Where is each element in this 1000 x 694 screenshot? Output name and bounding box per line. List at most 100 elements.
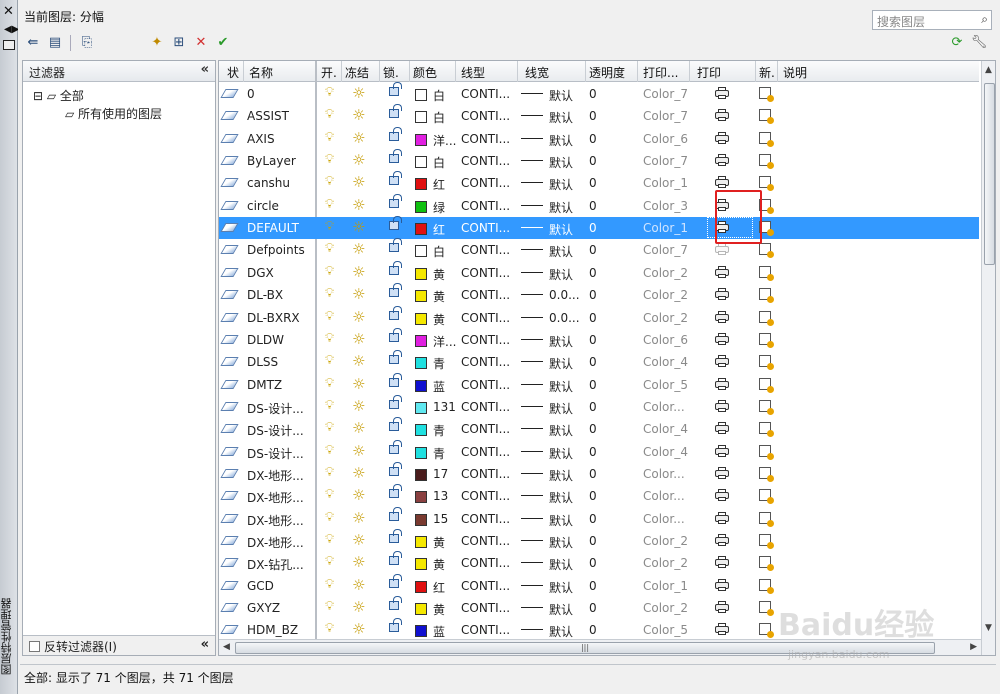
- layer-name[interactable]: DL-BX: [247, 288, 283, 302]
- layer-status-icon[interactable]: [220, 558, 239, 568]
- new-vp-freeze-icon[interactable]: [759, 399, 774, 415]
- layer-name[interactable]: HDM_BZ: [247, 623, 298, 637]
- layer-status-icon[interactable]: [220, 334, 239, 344]
- sun-thaw-icon[interactable]: ☼: [352, 129, 365, 147]
- layer-name[interactable]: DLSS: [247, 355, 278, 369]
- linetype[interactable]: CONTI...: [461, 333, 510, 347]
- linetype[interactable]: CONTI...: [461, 467, 510, 481]
- printer-icon[interactable]: [715, 422, 729, 435]
- unlock-icon[interactable]: [389, 618, 402, 633]
- new-vp-freeze-icon[interactable]: [759, 601, 774, 617]
- color-swatch[interactable]: [415, 290, 427, 303]
- sun-thaw-icon[interactable]: ☼: [352, 352, 365, 370]
- col-linetype[interactable]: 线型: [461, 64, 485, 81]
- transparency[interactable]: 0: [589, 467, 597, 481]
- sun-thaw-icon[interactable]: ☼: [352, 308, 365, 326]
- lineweight[interactable]: 默认: [549, 378, 573, 395]
- sun-thaw-icon[interactable]: ☼: [352, 553, 365, 571]
- layer-name[interactable]: DX-地形...: [247, 467, 304, 484]
- color-name[interactable]: 黄: [433, 601, 445, 618]
- new-vp-freeze-icon[interactable]: [759, 265, 774, 281]
- unlock-icon[interactable]: [389, 126, 402, 141]
- layer-status-icon[interactable]: [220, 625, 239, 635]
- col-color[interactable]: 颜色: [413, 64, 437, 81]
- lightbulb-on-icon[interactable]: 💡︎: [325, 241, 334, 256]
- printer-icon[interactable]: [715, 377, 729, 390]
- color-name[interactable]: 蓝: [433, 378, 445, 395]
- search-input[interactable]: 搜索图层 ⌕: [872, 10, 992, 30]
- layer-row[interactable]: DX-地形... 💡︎ ☼ 15 CONTI... 默认 0 Color...: [219, 506, 979, 530]
- linetype[interactable]: CONTI...: [461, 534, 510, 548]
- color-swatch[interactable]: [415, 468, 427, 481]
- transparency[interactable]: 0: [589, 221, 597, 235]
- sun-thaw-icon[interactable]: ☼: [352, 397, 365, 415]
- layer-row[interactable]: DEFAULT 💡︎ ☼ 红 CONTI... 默认 0 Color_1: [219, 216, 979, 240]
- layer-name[interactable]: DEFAULT: [247, 221, 299, 235]
- layer-name[interactable]: canshu: [247, 176, 290, 190]
- settings-wrench-icon[interactable]: 🔧︎: [970, 34, 988, 52]
- layer-status-icon[interactable]: [220, 133, 239, 143]
- color-name[interactable]: 白: [433, 154, 445, 171]
- linetype[interactable]: CONTI...: [461, 311, 510, 325]
- unlock-icon[interactable]: [389, 461, 402, 476]
- scroll-down-icon[interactable]: ▼: [985, 623, 992, 633]
- layer-status-icon[interactable]: [220, 267, 239, 277]
- sun-thaw-icon[interactable]: ☼: [352, 151, 365, 169]
- layer-status-icon[interactable]: [220, 357, 239, 367]
- unlock-icon[interactable]: [389, 82, 402, 96]
- unlock-icon[interactable]: [389, 193, 402, 208]
- close-icon[interactable]: ✕: [3, 4, 14, 19]
- color-swatch[interactable]: [415, 401, 427, 414]
- scroll-left-icon[interactable]: ◀: [223, 642, 230, 652]
- printer-icon[interactable]: [715, 310, 729, 323]
- transparency[interactable]: 0: [589, 422, 597, 436]
- printer-icon[interactable]: [715, 109, 729, 122]
- color-name[interactable]: 洋...: [433, 333, 456, 350]
- linetype[interactable]: CONTI...: [461, 221, 510, 235]
- layer-name[interactable]: circle: [247, 199, 279, 213]
- lightbulb-on-icon[interactable]: 💡︎: [325, 174, 334, 189]
- printer-icon[interactable]: [715, 131, 729, 144]
- transparency[interactable]: 0: [589, 355, 597, 369]
- unlock-icon[interactable]: [389, 506, 402, 521]
- lightbulb-on-icon[interactable]: 💡︎: [325, 85, 334, 100]
- new-vp-freeze-icon[interactable]: [759, 154, 774, 170]
- linetype[interactable]: CONTI...: [461, 378, 510, 392]
- new-layer-icon[interactable]: ✦: [148, 34, 166, 52]
- color-swatch[interactable]: [415, 156, 427, 169]
- lightbulb-on-icon[interactable]: 💡︎: [325, 577, 334, 592]
- transparency[interactable]: 0: [589, 154, 597, 168]
- lineweight[interactable]: 默认: [549, 579, 573, 596]
- layer-status-icon[interactable]: [220, 178, 239, 188]
- color-name[interactable]: 13: [433, 489, 448, 503]
- new-vp-freeze-icon[interactable]: [759, 534, 774, 549]
- unlock-icon[interactable]: [389, 260, 402, 275]
- color-swatch[interactable]: [415, 312, 427, 325]
- transparency[interactable]: 0: [589, 311, 597, 325]
- lightbulb-on-icon[interactable]: 💡︎: [325, 443, 334, 458]
- color-name[interactable]: 青: [433, 445, 445, 462]
- layer-name[interactable]: DGX: [247, 266, 274, 280]
- linetype[interactable]: CONTI...: [461, 623, 510, 637]
- layer-status-icon[interactable]: [220, 290, 239, 300]
- layer-status-icon[interactable]: [220, 536, 239, 545]
- unlock-icon[interactable]: [389, 573, 402, 588]
- color-swatch[interactable]: [415, 580, 427, 593]
- layer-row[interactable]: DLSS 💡︎ ☼ 青 CONTI... 默认 0 Color_4: [219, 350, 979, 373]
- sun-thaw-icon[interactable]: ☼: [352, 173, 365, 191]
- layer-name[interactable]: ASSIST: [247, 109, 289, 123]
- layer-row[interactable]: AXIS 💡︎ ☼ 洋... CONTI... 默认 0 Color_6: [219, 126, 979, 150]
- lightbulb-on-icon[interactable]: 💡︎: [325, 107, 334, 122]
- lightbulb-on-icon[interactable]: 💡︎: [325, 197, 334, 212]
- layer-row[interactable]: DLDW 💡︎ ☼ 洋... CONTI... 默认 0 Color_6: [219, 327, 979, 351]
- transparency[interactable]: 0: [589, 400, 597, 414]
- col-lock[interactable]: 锁.: [383, 64, 399, 81]
- col-on[interactable]: 开.: [321, 64, 337, 81]
- color-name[interactable]: 15: [433, 512, 448, 526]
- lightbulb-on-icon[interactable]: 💡︎: [325, 621, 334, 636]
- sun-thaw-icon[interactable]: ☼: [352, 442, 365, 460]
- layer-name[interactable]: DS-设计...: [247, 445, 304, 462]
- linetype[interactable]: CONTI...: [461, 132, 510, 146]
- lineweight[interactable]: 默认: [549, 176, 573, 193]
- color-swatch[interactable]: [415, 245, 427, 258]
